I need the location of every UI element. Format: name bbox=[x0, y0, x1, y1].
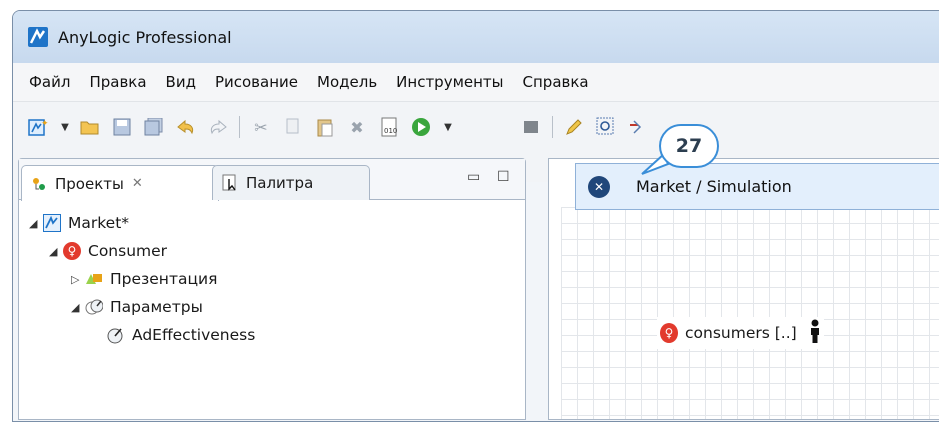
minimize-icon[interactable]: ▭ bbox=[467, 169, 480, 185]
stop-icon[interactable] bbox=[520, 116, 542, 138]
svg-text:✦: ✦ bbox=[41, 119, 48, 129]
redo-icon[interactable] bbox=[207, 116, 229, 138]
tree-item-consumer[interactable]: ◢ ♀ Consumer bbox=[49, 237, 167, 265]
tab-palette[interactable]: Палитра bbox=[212, 165, 370, 200]
expand-arrow-icon[interactable]: ◢ bbox=[49, 245, 63, 258]
run-icon[interactable] bbox=[410, 116, 432, 138]
menu-help[interactable]: Справка bbox=[523, 73, 589, 91]
menu-bar: Файл Правка Вид Рисование Модель Инструм… bbox=[13, 63, 939, 102]
projects-icon bbox=[30, 175, 48, 193]
undo-icon[interactable] bbox=[175, 116, 197, 138]
canvas-grid[interactable] bbox=[561, 207, 939, 419]
tab-projects[interactable]: Проекты ✕ bbox=[21, 165, 219, 201]
expand-arrow-icon[interactable]: ◢ bbox=[29, 217, 43, 230]
agent-icon: ♀ bbox=[63, 242, 81, 260]
anylogic-model-icon bbox=[43, 214, 61, 232]
new-model-icon[interactable]: ✦ bbox=[27, 116, 49, 138]
experiment-icon: ✕ bbox=[588, 175, 610, 198]
tree-item-adeffectiveness[interactable]: AdEffectiveness bbox=[107, 321, 255, 349]
menu-tools[interactable]: Инструменты bbox=[396, 73, 503, 91]
title-bar: AnyLogic Professional bbox=[13, 11, 939, 63]
cut-icon[interactable]: ✂ bbox=[250, 116, 272, 138]
projects-panel: Проекты ✕ Палитра ▭ ☐ ◢ Market* ◢ ♀ Cons… bbox=[18, 158, 526, 420]
collapse-arrow-icon[interactable]: ▷ bbox=[71, 273, 85, 286]
anylogic-logo-icon bbox=[28, 27, 48, 47]
close-tab-icon[interactable]: ✕ bbox=[132, 176, 143, 191]
pencil-icon[interactable] bbox=[563, 116, 585, 138]
save-all-icon[interactable] bbox=[143, 116, 165, 138]
parameters-icon bbox=[85, 298, 103, 316]
tree-item-market[interactable]: ◢ Market* bbox=[29, 209, 129, 237]
palette-icon bbox=[221, 174, 239, 192]
save-icon[interactable] bbox=[111, 116, 133, 138]
agent-population-label: consumers [..] bbox=[685, 324, 797, 342]
tab-projects-label: Проекты bbox=[55, 174, 124, 193]
menu-edit[interactable]: Правка bbox=[89, 73, 146, 91]
menu-file[interactable]: Файл bbox=[29, 73, 70, 91]
delete-icon[interactable]: ✖ bbox=[346, 116, 368, 138]
parameter-icon bbox=[107, 326, 125, 344]
svg-text:010: 010 bbox=[384, 127, 397, 135]
agent-icon: ♀ bbox=[660, 323, 678, 343]
consumers-agent-population[interactable]: ♀ consumers [..] bbox=[657, 317, 824, 349]
toolbar-separator bbox=[239, 116, 240, 138]
open-folder-icon[interactable] bbox=[79, 116, 101, 138]
tree-item-label: Презентация bbox=[110, 270, 218, 288]
run-dropdown-arrow-icon[interactable]: ▼ bbox=[442, 116, 454, 138]
paste-icon[interactable] bbox=[314, 116, 336, 138]
menu-draw[interactable]: Рисование bbox=[215, 73, 298, 91]
expand-arrow-icon[interactable]: ◢ bbox=[71, 301, 85, 314]
maximize-icon[interactable]: ☐ bbox=[497, 169, 510, 185]
tab-palette-label: Палитра bbox=[246, 174, 314, 192]
panel-tabs: Проекты ✕ Палитра ▭ ☐ bbox=[19, 159, 525, 201]
presentation-icon bbox=[85, 270, 103, 288]
tree-item-label: Параметры bbox=[110, 298, 203, 316]
run-configuration-item[interactable]: Market / Simulation bbox=[636, 177, 792, 196]
menu-view[interactable]: Вид bbox=[166, 73, 196, 91]
person-icon bbox=[809, 319, 821, 347]
tree-item-label: Market* bbox=[68, 214, 130, 232]
tree-item-parameters[interactable]: ◢ Параметры bbox=[71, 293, 203, 321]
dropdown-arrow-icon[interactable]: ▼ bbox=[59, 116, 71, 138]
window-title: AnyLogic Professional bbox=[58, 27, 232, 47]
run-configuration-popup: ✕ Market / Simulation bbox=[575, 163, 939, 210]
menu-model[interactable]: Модель bbox=[317, 73, 377, 91]
tree-item-presentation[interactable]: ▷ Презентация bbox=[71, 265, 217, 293]
tree-item-label: Consumer bbox=[88, 242, 168, 260]
tree-item-label: AdEffectiveness bbox=[132, 326, 256, 344]
toolbar-separator bbox=[552, 116, 553, 138]
zoom-icon[interactable] bbox=[595, 116, 617, 138]
copy-icon[interactable] bbox=[282, 116, 304, 138]
search-icon[interactable] bbox=[627, 116, 649, 138]
callout-number: 27 bbox=[659, 124, 719, 168]
build-icon[interactable]: 010 bbox=[378, 116, 400, 138]
